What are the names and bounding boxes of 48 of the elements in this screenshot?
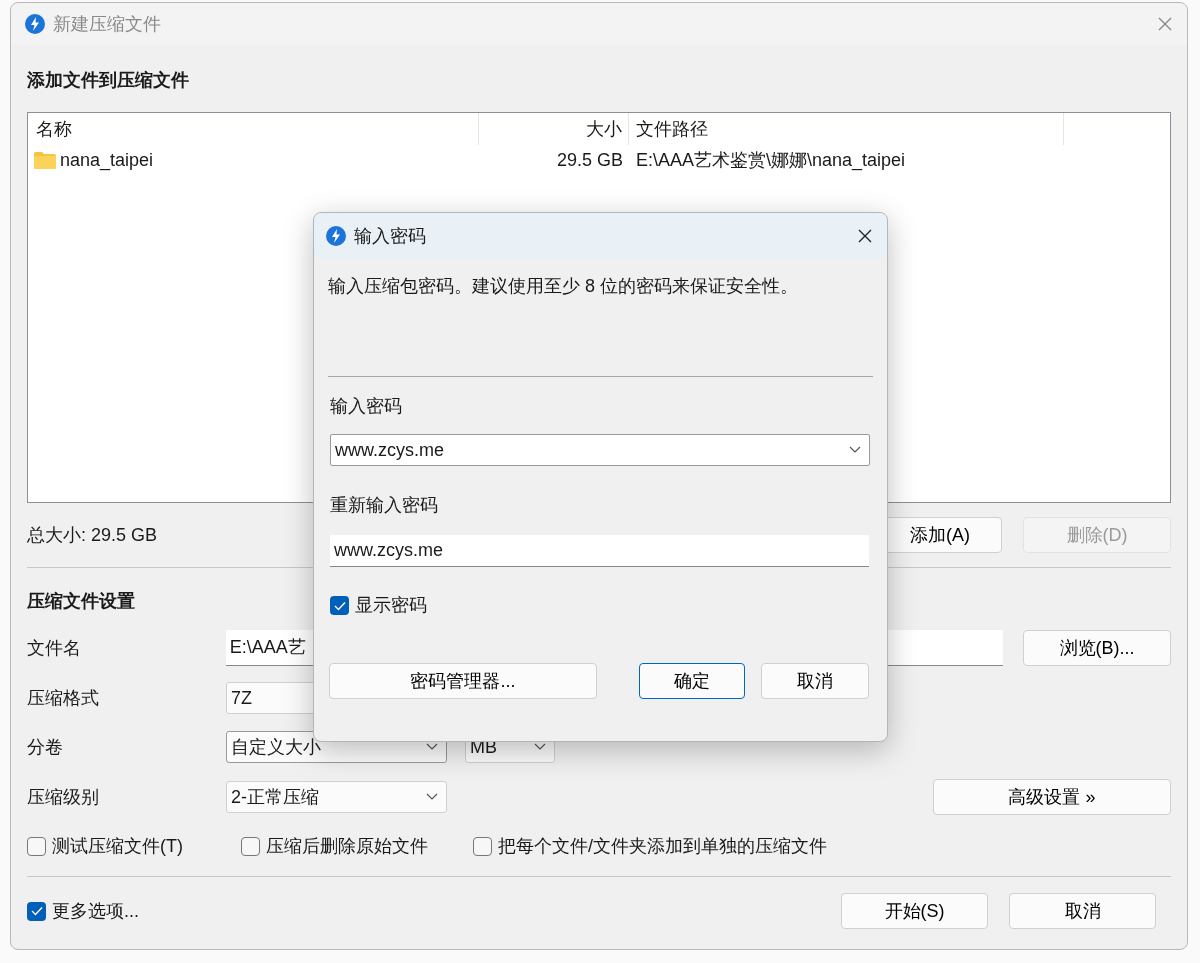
browse-button[interactable]: 浏览(B)...	[1023, 630, 1171, 666]
start-button[interactable]: 开始(S)	[841, 893, 988, 929]
app-logo-icon	[326, 226, 346, 246]
checkbox[interactable]	[473, 836, 492, 856]
file-name: nana_taipei	[60, 148, 154, 173]
cancel-button[interactable]: 取消	[761, 663, 869, 699]
field-label: 压缩级别	[27, 785, 100, 809]
chevron-down-icon	[534, 743, 546, 751]
advanced-settings-button[interactable]: 高级设置 »	[933, 779, 1171, 815]
checkbox-label: 压缩后删除原始文件	[266, 834, 428, 858]
app-logo-icon	[25, 14, 45, 34]
dialog-title: 输入密码	[354, 224, 427, 248]
checkbox-label: 更多选项...	[52, 899, 139, 923]
chevron-down-icon	[426, 793, 438, 801]
checkbox[interactable]	[27, 901, 46, 921]
column-header[interactable]: 大小	[479, 113, 629, 145]
checkbox-label: 把每个文件/文件夹添加到单独的压缩文件	[498, 834, 827, 858]
column-header[interactable]: 名称	[28, 113, 479, 145]
password-manager-button[interactable]: 密码管理器...	[329, 663, 597, 699]
checkbox-label: 测试压缩文件(T)	[52, 834, 183, 858]
checkbox[interactable]	[330, 596, 349, 615]
confirm-password-field[interactable]: www.zcys.me	[330, 535, 869, 567]
checkbox[interactable]	[241, 836, 260, 856]
chevron-down-icon	[426, 743, 438, 751]
window-title: 新建压缩文件	[53, 12, 162, 36]
chevron-down-icon	[849, 446, 861, 454]
close-icon[interactable]	[857, 228, 873, 244]
checkmark-icon	[333, 600, 346, 611]
total-size: 总大小: 29.5 GB	[27, 523, 159, 547]
field-label: 文件名	[27, 636, 82, 660]
file-size: 29.5 GB	[555, 148, 624, 172]
field-label: 分卷	[27, 735, 64, 759]
field-label: 输入密码	[329, 395, 403, 418]
section-heading: 添加文件到压缩文件	[27, 69, 189, 92]
column-header[interactable]: 文件路径	[629, 113, 1064, 145]
folder-icon	[34, 151, 56, 169]
checkbox-label: 显示密码	[355, 594, 427, 617]
checkbox[interactable]	[27, 836, 46, 856]
level-select[interactable]: 2-正常压缩	[226, 781, 447, 813]
dialog-message: 输入压缩包密码。建议使用至少 8 位的密码来保证安全性。	[328, 275, 799, 298]
file-path: E:\AAA艺术鉴赏\娜娜\nana_taipei	[635, 148, 906, 173]
field-label: 重新输入密码	[329, 494, 439, 517]
password-combo-field[interactable]: www.zcys.me	[330, 434, 870, 466]
checkmark-icon	[30, 906, 43, 916]
field-label: 压缩格式	[27, 686, 100, 710]
ok-button[interactable]: 确定	[639, 663, 745, 699]
section-heading: 压缩文件设置	[27, 590, 135, 613]
cancel-button[interactable]: 取消	[1009, 893, 1156, 929]
